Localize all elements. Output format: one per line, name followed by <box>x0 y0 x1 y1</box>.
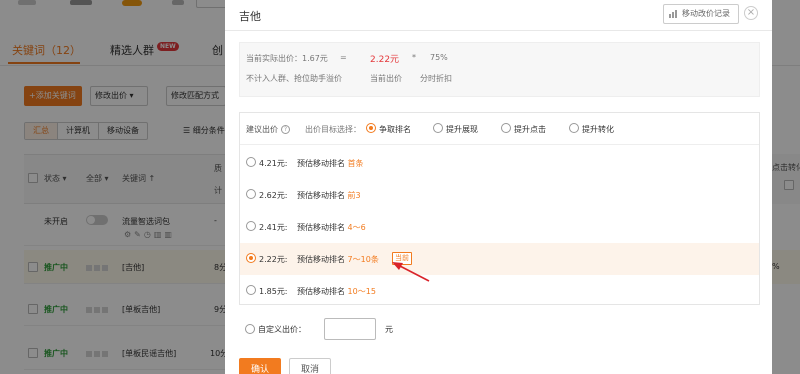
bid-option-estimate: 预估移动排名 7～10条 <box>297 255 379 264</box>
times-sign: * <box>412 53 416 62</box>
modal-title: 吉他 <box>239 10 261 23</box>
current-badge: 当前 <box>392 252 412 265</box>
bid-option-radio[interactable] <box>246 189 256 199</box>
target-click-label[interactable]: 提升点击 <box>514 124 546 135</box>
actual-bid-label: 当前实际出价：1.67元 <box>246 54 328 63</box>
bid-option-price: 2.62元: <box>259 191 288 200</box>
target-rank-label[interactable]: 争取排名 <box>379 124 411 135</box>
bid-option[interactable]: 2.62元: 预估移动排名 前3 <box>240 179 759 211</box>
mobile-bid-history-button[interactable]: 移动改价记录 <box>663 4 739 24</box>
price-summary: 当前实际出价：1.67元 = 2.22元 * 75% 不计入人群、抢位助手溢价 … <box>239 42 760 97</box>
current-bid-value: 2.22元 <box>370 55 400 65</box>
note-current-bid: 当前出价 <box>370 74 402 83</box>
help-icon[interactable]: ? <box>281 125 290 134</box>
bid-option[interactable]: 2.41元: 预估移动排名 4～6 <box>240 211 759 243</box>
note-excluded: 不计入人群、抢位助手溢价 <box>246 74 342 83</box>
bid-option-price: 1.85元: <box>259 287 288 296</box>
bid-option-radio[interactable] <box>246 157 256 167</box>
close-icon[interactable]: × <box>744 6 758 20</box>
cancel-button[interactable]: 取消 <box>289 358 331 374</box>
suggested-bid-panel: 建议出价? 出价目标选择： 争取排名 提升展现 提升点击 提升转化 4.21元:… <box>239 112 760 305</box>
bid-option-price: 2.41元: <box>259 223 288 232</box>
custom-bid-unit: 元 <box>385 325 393 334</box>
note-time-discount: 分时折扣 <box>420 74 452 83</box>
custom-bid-label: 自定义出价： <box>258 325 306 334</box>
target-conversion-radio[interactable] <box>569 123 579 133</box>
bid-option[interactable]: 4.21元: 预估移动排名 首条 <box>240 147 759 179</box>
target-click-radio[interactable] <box>501 123 511 133</box>
equals-sign: = <box>340 53 347 62</box>
bid-modal: 吉他 移动改价记录 × 当前实际出价：1.67元 = 2.22元 * 75% 不… <box>225 0 772 374</box>
bid-option-estimate: 预估移动排名 10～15 <box>297 287 376 296</box>
bar-chart-icon <box>669 10 677 18</box>
target-impression-radio[interactable] <box>433 123 443 133</box>
bid-option-radio[interactable] <box>246 285 256 295</box>
confirm-button[interactable]: 确认 <box>239 358 281 374</box>
bid-option[interactable]: 1.85元: 预估移动排名 10～15 <box>240 275 759 307</box>
bid-option-price: 4.21元: <box>259 159 288 168</box>
bid-option-estimate: 预估移动排名 前3 <box>297 191 361 200</box>
bid-option-estimate: 预估移动排名 4～6 <box>297 223 366 232</box>
custom-bid-row: 自定义出价： 元 <box>239 318 760 340</box>
discount-value: 75% <box>430 53 448 62</box>
target-label: 出价目标选择： <box>305 125 361 134</box>
target-rank-radio[interactable] <box>366 123 376 133</box>
bid-option-radio[interactable] <box>246 253 256 263</box>
suggest-label: 建议出价? <box>246 124 290 135</box>
custom-bid-input[interactable] <box>324 318 376 340</box>
target-selector: 建议出价? 出价目标选择： 争取排名 提升展现 提升点击 提升转化 <box>240 113 759 145</box>
bid-option-selected[interactable]: 2.22元: 预估移动排名 7～10条 当前 <box>240 243 759 275</box>
custom-bid-radio[interactable] <box>245 324 255 334</box>
target-conversion-label[interactable]: 提升转化 <box>582 124 614 135</box>
bid-option-price: 2.22元: <box>259 255 288 264</box>
bid-option-estimate: 预估移动排名 首条 <box>297 159 364 168</box>
target-impression-label[interactable]: 提升展现 <box>446 124 478 135</box>
bid-option-radio[interactable] <box>246 221 256 231</box>
